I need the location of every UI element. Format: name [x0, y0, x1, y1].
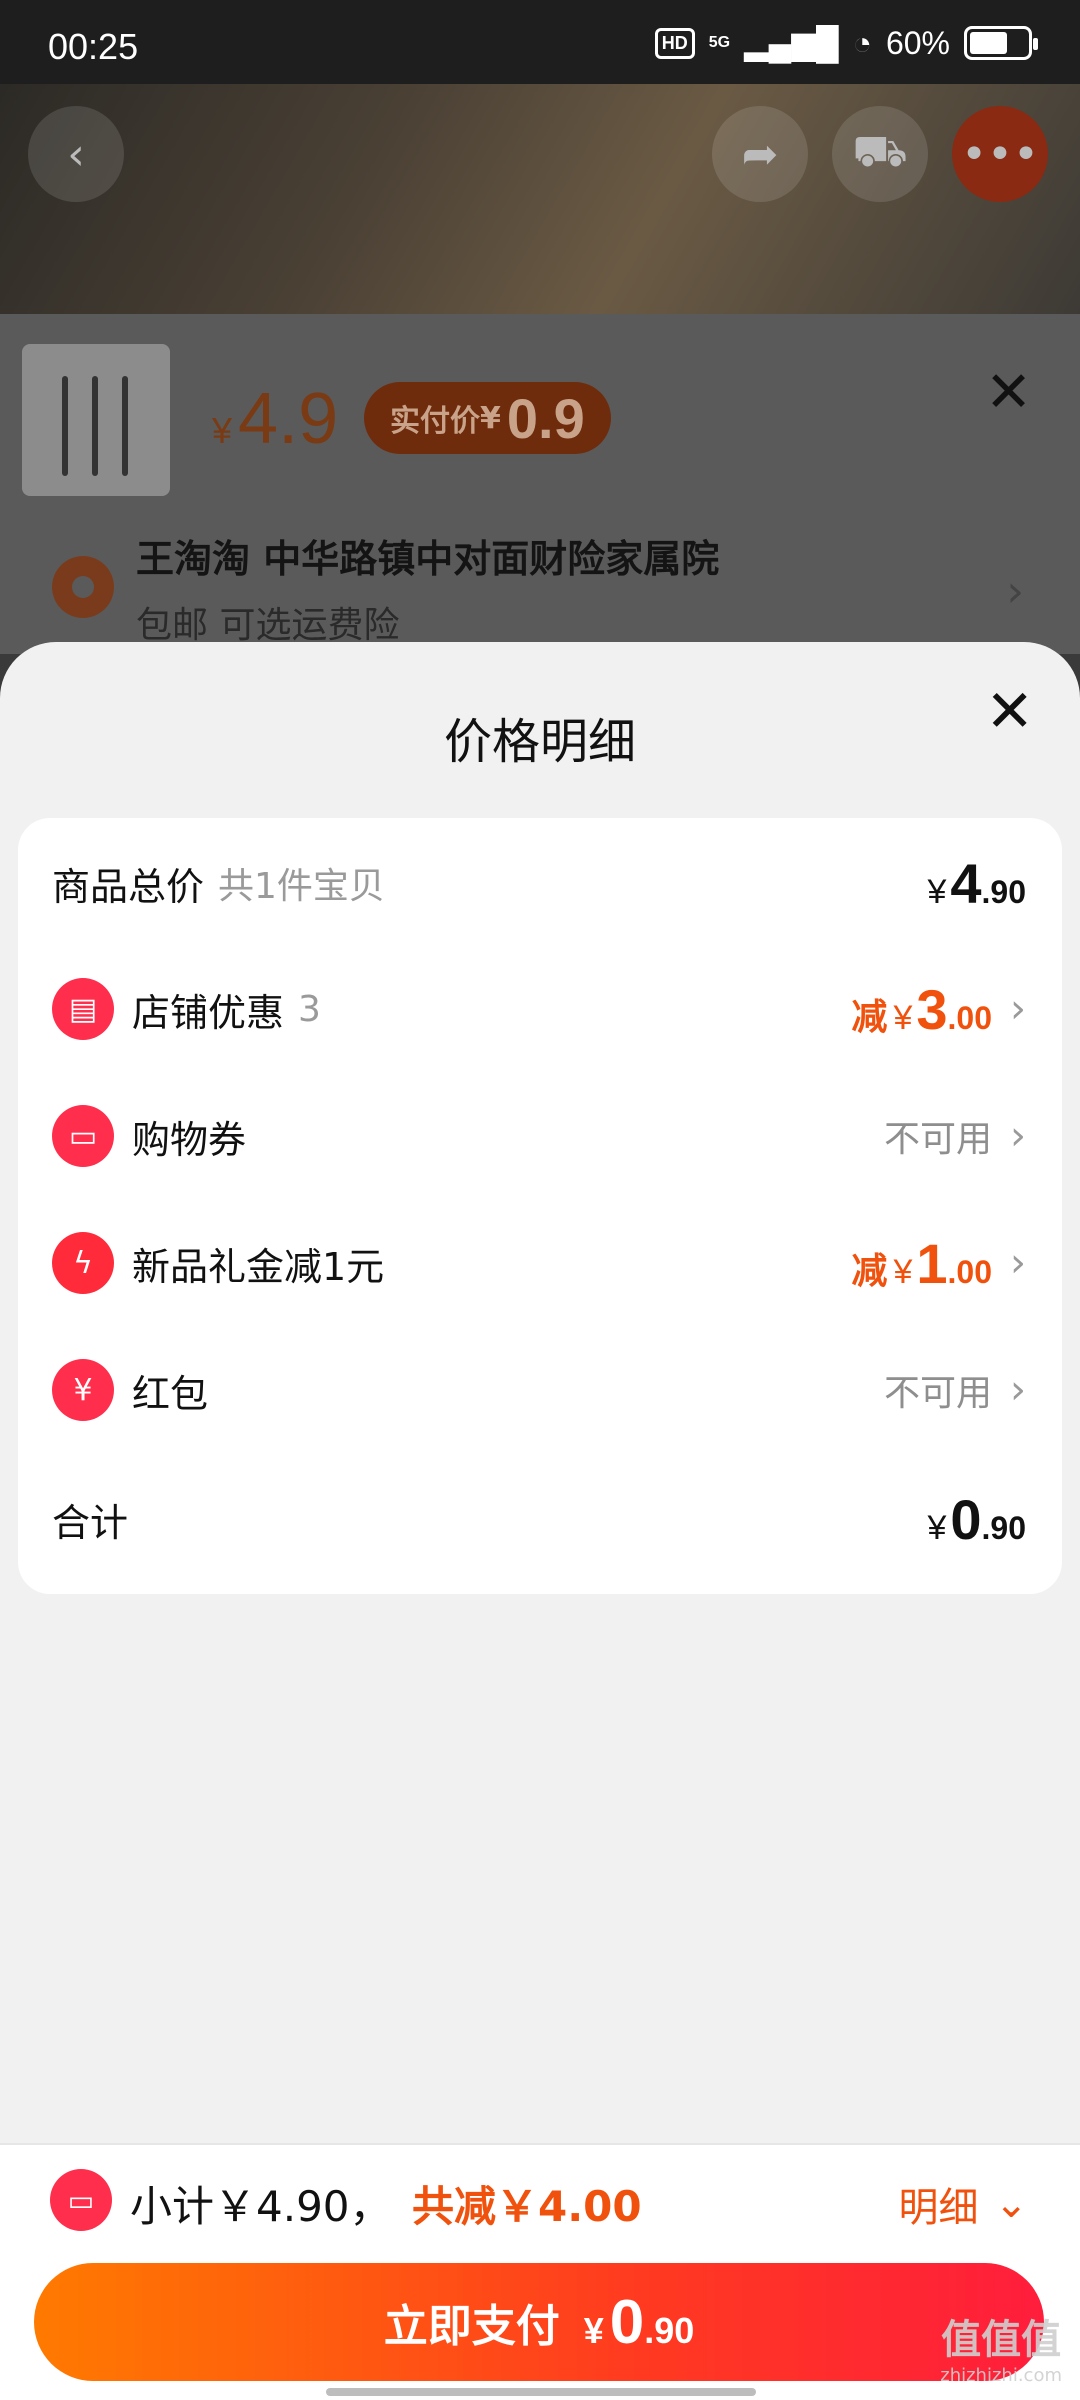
chevron-right-icon: ›: [1010, 1113, 1026, 1159]
row-label: 购物券: [132, 1117, 247, 1162]
location-icon: [52, 556, 114, 618]
row-label: 商品总价: [52, 864, 205, 909]
more-icon: •••: [961, 128, 1039, 180]
cart-button[interactable]: ⛟: [832, 106, 928, 202]
cart-icon: ⛟: [852, 125, 908, 177]
price-detail-card: 商品总价 共1件宝贝 ¥4.90 ▤ 店铺优惠 3 减 ¥3.00 › ▭ 购物券…: [18, 818, 1062, 1594]
status-icons: HD 5G ▂▄▆█ ◔ 60%: [654, 24, 1038, 62]
row-new-product-gift[interactable]: ϟ 新品礼金减1元 减 ¥1.00 ›: [18, 1198, 1062, 1328]
pay-amount: ¥0.90: [583, 2287, 695, 2357]
row-store-discount[interactable]: ▤ 店铺优惠 3 减 ¥3.00 ›: [18, 944, 1062, 1074]
gift-discount-amount: 减 ¥1.00: [851, 1231, 992, 1295]
watermark-logo: 值值值 zhizhizhi.com: [940, 2317, 1062, 2386]
store-icon: ▤: [52, 978, 114, 1040]
home-indicator[interactable]: [326, 2388, 756, 2396]
detail-label: 明细: [898, 2185, 979, 2231]
discount-count: 3: [298, 988, 321, 1030]
row-grand-total: 合计 ¥0.90: [18, 1454, 1062, 1584]
address-chevron-icon[interactable]: ›: [1006, 566, 1024, 617]
detail-toggle-button[interactable]: 明细 ⌄: [898, 2175, 1028, 2233]
item-count: 共1件宝贝: [218, 866, 385, 907]
chevron-right-icon: ›: [1010, 1367, 1026, 1413]
sheet-title: 价格明细: [443, 714, 636, 770]
product-hero-image: [0, 84, 1080, 314]
pay-label: 立即支付: [383, 2301, 560, 2352]
row-red-packet[interactable]: ¥ 红包 不可用 ›: [18, 1325, 1062, 1455]
row-label: 红包: [132, 1371, 209, 1416]
shipping-info: 包邮 可选运费险: [136, 605, 400, 646]
total-discount-text: 共减￥4.00: [412, 2182, 642, 2231]
close-icon[interactable]: ✕: [985, 682, 1034, 740]
network-label: 5G: [708, 34, 731, 51]
store-discount-amount: 减 ¥3.00: [851, 977, 992, 1041]
lightning-icon: ϟ: [52, 1232, 114, 1294]
chevron-right-icon: ›: [1010, 1240, 1026, 1286]
actual-pay-badge: 实付价 ¥0.9: [364, 382, 611, 454]
signal-icon: ▂▄▆█: [744, 25, 839, 61]
red-packet-status: 不可用: [883, 1373, 992, 1414]
battery-percent: 60%: [885, 24, 950, 61]
row-label: 合计: [52, 1500, 129, 1545]
share-icon: ➦: [741, 128, 779, 180]
row-shopping-coupon[interactable]: ▭ 购物券 不可用 ›: [18, 1071, 1062, 1201]
grand-total-amount: ¥0.90: [927, 1487, 1026, 1551]
product-thumbnail[interactable]: [22, 344, 170, 496]
red-packet-icon: ¥: [52, 1359, 114, 1421]
goods-total-amount: ¥4.90: [927, 851, 1026, 915]
back-arrow-icon: ‹: [67, 128, 85, 180]
subtotal-text: 小计￥4.90，: [130, 2182, 392, 2231]
row-label: 店铺优惠: [132, 990, 285, 1035]
chevron-down-icon: ⌄: [994, 2181, 1028, 2227]
status-bar: 00:25 HD 5G ▂▄▆█ ◔ 60%: [0, 0, 1080, 84]
status-time: 00:25: [48, 26, 139, 67]
sku-close-icon[interactable]: ✕: [985, 360, 1032, 425]
coupon-status: 不可用: [883, 1119, 992, 1160]
checkout-bar: ▭ 小计￥4.90， 共减￥4.00 明细 ⌄ 立即支付 ¥0.90: [0, 2143, 1080, 2400]
row-label: 新品礼金减1元: [132, 1244, 385, 1289]
price-detail-sheet: 价格明细 ✕ 商品总价 共1件宝贝 ¥4.90 ▤ 店铺优惠 3 减 ¥3.00 …: [0, 642, 1080, 2400]
more-button[interactable]: •••: [952, 106, 1048, 202]
sku-price: ¥4.9: [212, 379, 339, 459]
back-button[interactable]: ‹: [28, 106, 124, 202]
battery-icon: [964, 26, 1038, 60]
ticket-icon: ▭: [50, 2169, 112, 2231]
wifi-icon: ◔: [852, 24, 872, 61]
ticket-icon: ▭: [52, 1105, 114, 1167]
hd-icon: HD: [654, 27, 695, 59]
chevron-right-icon: ›: [1010, 986, 1026, 1032]
share-button[interactable]: ➦: [712, 106, 808, 202]
row-goods-total: 商品总价 共1件宝贝 ¥4.90: [18, 818, 1062, 948]
pay-now-button[interactable]: 立即支付 ¥0.90: [34, 2263, 1044, 2381]
address-title[interactable]: 王淘淘 中华路镇中对面财险家属院: [136, 528, 719, 583]
